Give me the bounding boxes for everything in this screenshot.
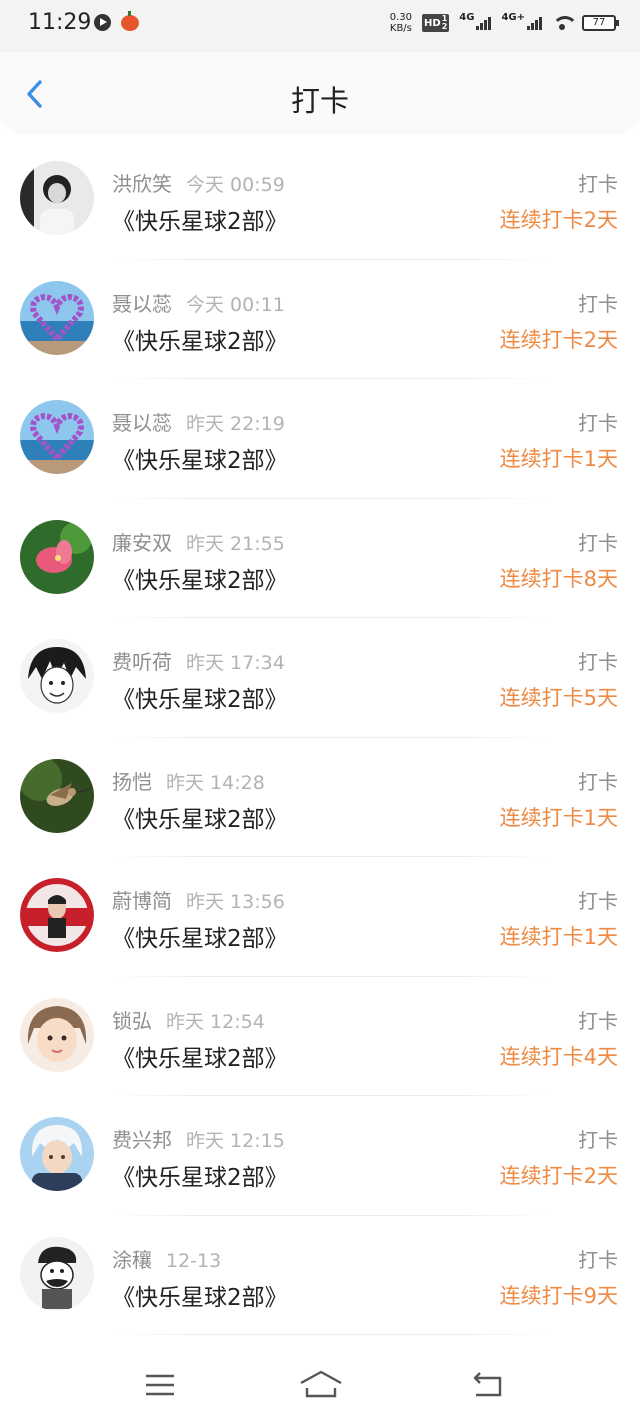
streak-count: 连续打卡1天 (499, 805, 618, 830)
menu-button[interactable] (140, 1368, 180, 1402)
checkin-label: 打卡 (578, 1008, 618, 1033)
avatar[interactable] (20, 997, 94, 1072)
book-title: 《快乐星球2部》 (112, 1045, 288, 1072)
checkin-label: 打卡 (578, 1128, 618, 1152)
book-title: 《快乐星球2部》 (112, 806, 288, 833)
checkin-time: 昨天 13:56 (186, 891, 285, 913)
checkin-label: 打卡 (578, 650, 618, 674)
list-item[interactable]: 扬恺 昨天 14:28 《快乐星球2部》 打卡 连续打卡1天 (0, 738, 640, 857)
media-play-icon (94, 14, 111, 31)
list-item[interactable]: 廉安双 昨天 21:55 《快乐星球2部》 打卡 连续打卡8天 (0, 499, 640, 618)
list-item[interactable]: 洪欣笑 今天 00:59 《快乐星球2部》 打卡 连续打卡2天 (0, 140, 640, 260)
user-name: 费听荷 (112, 650, 172, 674)
checkin-time: 昨天 14:28 (166, 771, 265, 794)
back-nav-button[interactable] (468, 1368, 508, 1402)
signal-icon (476, 16, 492, 30)
user-name: 洪欣笑 (112, 172, 172, 196)
avatar[interactable] (20, 1236, 94, 1311)
pumpkin-icon (121, 11, 139, 31)
book-title: 《快乐星球2部》 (112, 567, 288, 594)
checkin-label: 打卡 (578, 291, 618, 316)
wifi-icon (552, 16, 578, 30)
checkin-time: 昨天 12:15 (186, 1130, 285, 1152)
checkin-time: 今天 00:11 (186, 293, 285, 316)
avatar[interactable] (20, 878, 94, 952)
header: 打卡 (0, 52, 640, 132)
back-icon (473, 1372, 502, 1397)
user-name: 蔚博简 (112, 889, 172, 913)
checkin-label: 打卡 (578, 889, 618, 913)
user-name: 聂以蕊 (112, 411, 172, 435)
user-name: 扬恺 (112, 769, 152, 794)
checkin-list: 洪欣笑 今天 00:59 《快乐星球2部》 打卡 连续打卡2天 聂以蕊 今天 00:… (0, 140, 640, 1335)
avatar[interactable] (20, 639, 94, 713)
battery-icon: 77 (582, 15, 619, 31)
status-time: 11:29 (28, 10, 92, 35)
streak-count: 连续打卡8天 (499, 566, 618, 591)
avatar[interactable] (20, 519, 94, 594)
list-item[interactable]: 费听荷 昨天 17:34 《快乐星球2部》 打卡 连续打卡5天 (0, 618, 640, 738)
avatar[interactable] (20, 400, 94, 474)
status-indicators: 0.30 KB/s HD 1 2 4G 4G+ 77 (389, 11, 619, 34)
streak-count: 连续打卡1天 (499, 447, 618, 471)
book-title: 《快乐星球2部》 (112, 1165, 288, 1191)
user-name: 廉安双 (112, 530, 172, 555)
hd-badge: HD 1 2 (422, 14, 450, 32)
network-type-2: 4G+ (501, 11, 525, 23)
checkin-label: 打卡 (578, 769, 618, 794)
checkin-time: 昨天 17:34 (186, 652, 285, 674)
book-title: 《快乐星球2部》 (112, 328, 288, 355)
checkin-label: 打卡 (578, 411, 618, 435)
book-title: 《快乐星球2部》 (112, 687, 288, 713)
checkin-time: 昨天 22:19 (186, 413, 285, 435)
list-item[interactable]: 聂以蕊 今天 00:11 《快乐星球2部》 打卡 连续打卡2天 (0, 260, 640, 379)
list-item[interactable]: 聂以蕊 昨天 22:19 《快乐星球2部》 打卡 连续打卡1天 (0, 379, 640, 499)
checkin-time: 12-13 (166, 1249, 222, 1272)
avatar[interactable] (20, 280, 94, 355)
signal-icon (527, 16, 542, 30)
page-title: 打卡 (290, 84, 349, 118)
list-item[interactable]: 费兴邦 昨天 12:15 《快乐星球2部》 打卡 连续打卡2天 (0, 1096, 640, 1216)
user-name: 费兴邦 (112, 1128, 172, 1152)
user-name: 涂穰 (112, 1247, 152, 1272)
list-item[interactable]: 锁弘 昨天 12:54 《快乐星球2部》 打卡 连续打卡4天 (0, 977, 640, 1096)
user-name: 锁弘 (112, 1008, 152, 1033)
menu-icon (146, 1374, 174, 1396)
status-bar: 11:29 0.30 KB/s HD 1 2 4G 4G+ 77 (0, 0, 640, 52)
home-button[interactable] (298, 1368, 344, 1402)
checkin-time: 今天 00:59 (186, 174, 285, 196)
streak-count: 连续打卡2天 (499, 208, 618, 232)
book-title: 《快乐星球2部》 (112, 209, 288, 235)
book-title: 《快乐星球2部》 (112, 1284, 288, 1311)
list-item[interactable]: 涂穰 12-13 《快乐星球2部》 打卡 连续打卡9天 (0, 1216, 640, 1335)
checkin-label: 打卡 (578, 172, 618, 196)
user-name: 聂以蕊 (112, 291, 172, 316)
checkin-time: 昨天 12:54 (166, 1010, 265, 1033)
avatar[interactable] (20, 161, 94, 235)
checkin-label: 打卡 (578, 1247, 618, 1272)
streak-count: 连续打卡4天 (499, 1044, 618, 1069)
book-title: 《快乐星球2部》 (112, 448, 288, 474)
list-item[interactable]: 蔚博简 昨天 13:56 《快乐星球2部》 打卡 连续打卡1天 (0, 857, 640, 977)
streak-count: 连续打卡1天 (499, 925, 618, 949)
checkin-time: 昨天 21:55 (186, 532, 285, 555)
streak-count: 连续打卡9天 (499, 1283, 618, 1308)
avatar[interactable] (20, 1117, 94, 1191)
avatar[interactable] (20, 758, 94, 833)
checkin-label: 打卡 (578, 530, 618, 555)
book-title: 《快乐星球2部》 (112, 926, 288, 952)
streak-count: 连续打卡2天 (499, 1164, 618, 1188)
network-type-1: 4G (459, 11, 475, 23)
home-icon (300, 1370, 342, 1398)
streak-count: 连续打卡5天 (499, 686, 618, 710)
divider (112, 1334, 550, 1335)
streak-count: 连续打卡2天 (499, 327, 618, 352)
navigation-bar (0, 1350, 640, 1422)
network-speed: 0.30 KB/s (389, 12, 413, 34)
